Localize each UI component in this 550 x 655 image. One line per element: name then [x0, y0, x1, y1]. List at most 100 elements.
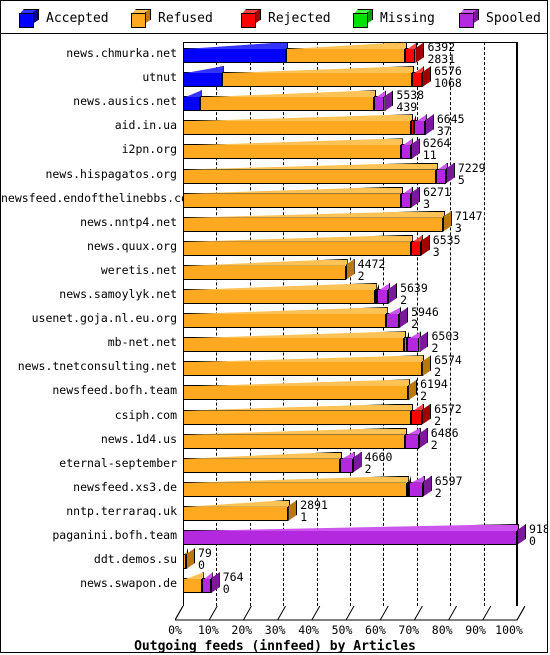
bar-segment-spooled: [414, 120, 425, 136]
legend-item-missing: Missing: [353, 7, 435, 29]
stacked-bar: [183, 475, 517, 500]
bar-value-label: 6271 3: [423, 186, 451, 210]
stacked-bar: [183, 548, 517, 572]
stacked-bar: [183, 427, 517, 452]
bar-segment-rejected: [410, 240, 421, 256]
bar-segment-rejected: [411, 409, 423, 425]
x-tick-label: 90%: [465, 623, 486, 637]
bar-segment-spooled: [405, 433, 419, 449]
y-axis-label: news.ausics.net: [73, 94, 177, 109]
bar-segment-refused: [285, 48, 406, 63]
bar-value-secondary: 2: [364, 461, 372, 476]
chart-title: Outgoing feeds (innfeed) by Articles: [134, 639, 416, 653]
bar-value-secondary: 1: [300, 509, 308, 524]
stacked-bar: [183, 524, 526, 548]
bar-value-label: 6264 11: [423, 137, 451, 161]
legend-item-accepted: Accepted: [19, 7, 109, 29]
stacked-bar: [183, 138, 517, 162]
bar-segment-topface: [185, 524, 519, 531]
bar-segment-topface: [185, 499, 291, 507]
bar-value-secondary: 0: [198, 558, 205, 573]
bar-segment-topface: [409, 331, 422, 339]
x-tick-label: 10%: [198, 623, 219, 637]
bar-row: mb-net.net 6503 2: [1, 330, 547, 355]
bar-value-primary: 4660: [364, 449, 393, 464]
bar-row: news.quux.org 6535 3: [1, 232, 547, 259]
legend-item-spooled: Spooled: [459, 7, 541, 29]
y-axis-label: mb-net.net: [107, 335, 177, 350]
stacked-bar: [183, 42, 517, 66]
stacked-bar: [183, 114, 517, 138]
bar-row: utnut 6576 1068: [1, 65, 547, 90]
x-tick-label: 50%: [331, 623, 353, 637]
bar-segment-refused: [183, 481, 407, 497]
bar-segment-spooled: [377, 289, 389, 304]
legend-swatch-spooled-icon: [459, 8, 480, 28]
bar-segment-topface: [185, 355, 425, 363]
bar-value-secondary: 2: [357, 268, 365, 283]
stacked-bar: [183, 90, 517, 114]
bar-segment-refused: [183, 264, 346, 280]
y-axis-label: newsfeed.endofthelinebbs.com: [1, 190, 195, 205]
stacked-bar: [183, 403, 517, 428]
bar-segment-refused: [183, 192, 402, 208]
stacked-bar: [183, 355, 517, 379]
x-tick-label: 80%: [431, 623, 453, 637]
bar-row: csiph.com 6572 2: [1, 403, 547, 428]
bar-segment-spooled: [339, 457, 353, 473]
legend-item-refused: Refused: [131, 7, 213, 29]
bar-row: eternal-september 4660 2: [1, 449, 547, 476]
bar-row: news.ausics.net 5538 439: [1, 89, 547, 114]
stacked-bar: [183, 451, 517, 476]
bar-segment-topface: [185, 283, 377, 290]
bar-row: ddt.demos.su 79 0: [1, 547, 547, 573]
bar-value-secondary: 1068: [434, 76, 462, 91]
y-axis-label: news.tnetconsulting.net: [17, 359, 177, 374]
bar-segment-refused: [183, 144, 401, 160]
bar-value-secondary: 0: [529, 534, 536, 548]
y-axis-label: news.1d4.us: [100, 431, 177, 446]
bar-segment-topface: [287, 42, 408, 49]
x-tick-label: 20%: [231, 623, 253, 637]
y-axis-label: nntp.terraraq.uk: [66, 503, 177, 518]
plot-area: news.chmurka.net 6392 2831 utnut 6576 1068 new…: [1, 34, 547, 653]
bar-value-label: 6576 1068: [434, 65, 462, 89]
chart-frame: Accepted Refused Rejected Missing Spooled ne…: [0, 0, 548, 653]
bar-segment-accepted: [183, 96, 200, 112]
y-axis-label: paganini.bofh.team: [52, 528, 177, 542]
bar-value-label: 764 0: [223, 571, 244, 595]
x-axis: 0% 10% 20% 30% 40% 50% 60% 70% 80% 90% 100% Outgoi…: [1, 606, 547, 653]
stacked-bar: [183, 331, 517, 355]
bar-segment-refused: [183, 505, 289, 521]
bar-row: newsfeed.xs3.de 6597 2: [1, 475, 547, 500]
y-axis-label: news.chmurka.net: [66, 46, 177, 60]
y-axis-label: i2pn.org: [121, 142, 177, 157]
bar-segment-refused: [183, 337, 405, 353]
y-axis-label: news.nntp4.net: [80, 214, 177, 229]
legend-label: Spooled: [486, 10, 541, 26]
bar-value-label: 91810: [529, 523, 547, 548]
bar-value-secondary: 2: [434, 413, 442, 428]
bar-segment-accepted: [183, 72, 222, 88]
bar-segment-topface: [185, 331, 407, 339]
bar-segment-spooled: [407, 337, 420, 353]
bar-segment-topface: [185, 403, 414, 411]
bar-segment-topface: [185, 475, 409, 483]
bar-segment-topface: [185, 42, 288, 49]
x-tick-label: 100%: [495, 623, 523, 637]
chart-legend: Accepted Refused Rejected Missing Spooled: [1, 1, 547, 34]
bar-row: weretis.net 4472 2: [1, 258, 547, 283]
bar-segment-spooled: [435, 168, 446, 184]
bar-row: news.chmurka.net 6392 2831: [1, 41, 547, 66]
bar-segment-spooled: [409, 481, 423, 497]
bar-value-secondary: 3: [432, 244, 440, 259]
bar-value-secondary: 11: [422, 148, 437, 163]
bar-value-primary: 6535: [432, 232, 461, 247]
bar-row: usenet.goja.nl.eu.org 5946 2: [1, 306, 547, 331]
bar-segment-topface: [185, 451, 342, 459]
x-tick-label: 30%: [264, 623, 286, 637]
bar-segment-spooled: [401, 192, 412, 208]
y-axis-label: csiph.com: [114, 407, 177, 422]
bar-segment-topface: [185, 307, 388, 315]
bar-segment-refused: [183, 216, 443, 232]
